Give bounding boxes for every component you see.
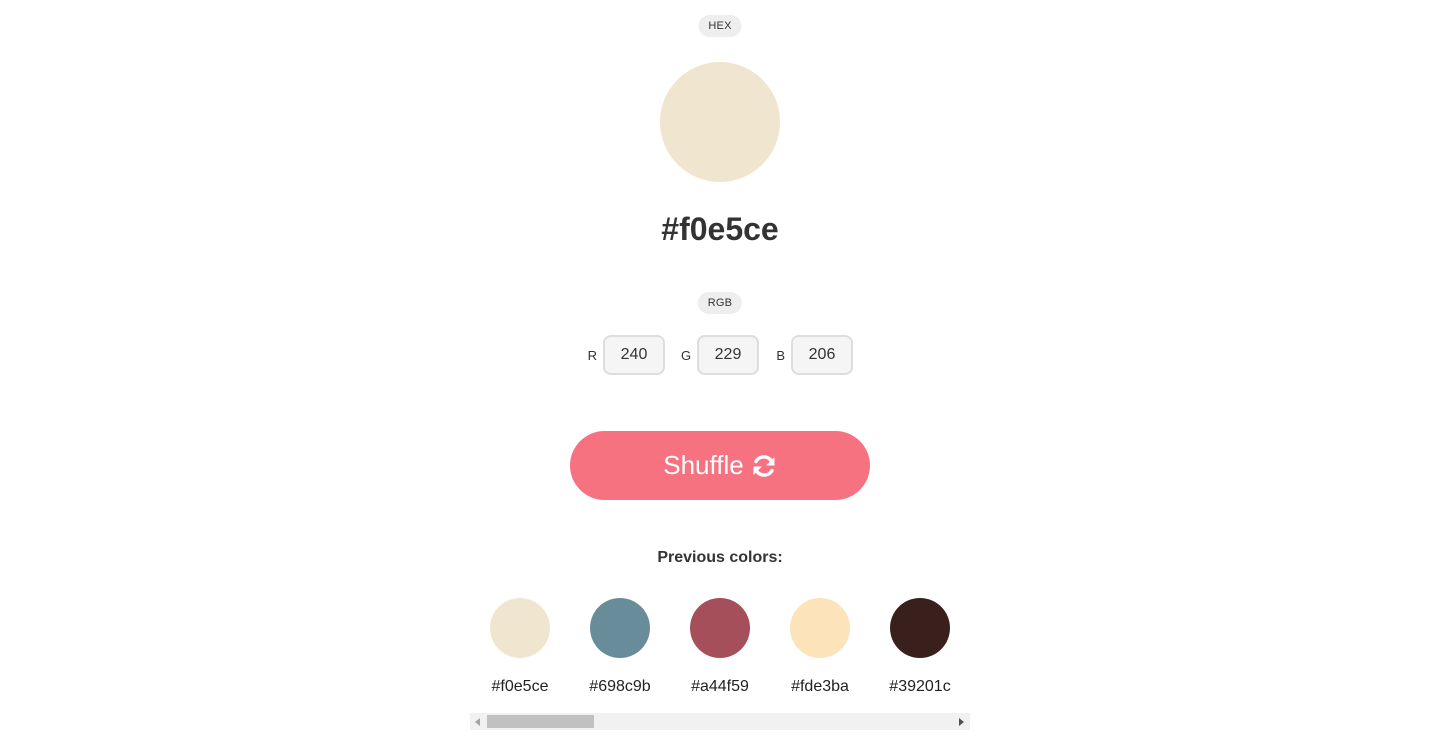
previous-colors-title: Previous colors: [657,549,783,566]
current-color-swatch [660,62,780,182]
history-swatch[interactable] [590,598,650,658]
green-input[interactable] [697,335,759,375]
history-item[interactable]: #f0e5ce [475,598,565,708]
blue-group: B [775,335,853,375]
history-hex-label: #a44f59 [691,678,749,695]
blue-input[interactable] [791,335,853,375]
shuffle-button[interactable]: Shuffle [570,431,870,500]
red-label: R [587,347,597,363]
green-group: G [681,335,759,375]
history-hex-label: #fde3ba [791,678,849,695]
history-item[interactable]: #698c9b [575,598,665,708]
history-item[interactable]: #39201c [875,598,965,708]
red-input[interactable] [603,335,665,375]
history-hex-label: #39201c [889,678,951,695]
horizontal-scrollbar[interactable] [470,713,970,730]
current-hex-value: #f0e5ce [661,211,779,247]
scrollbar-thumb[interactable] [487,715,594,728]
rgb-inputs: R G B [0,334,1440,376]
shuffle-button-label: Shuffle [663,450,744,480]
hex-badge: HEX [698,15,742,37]
scroll-right-arrow-icon[interactable] [954,713,970,730]
scroll-left-arrow-icon[interactable] [470,713,486,730]
color-generator-app: HEX #f0e5ce RGB R G B Shuffle Previous c [0,0,1440,740]
red-group: R [587,335,665,375]
history-swatch[interactable] [690,598,750,658]
history-item[interactable]: #a44f59 [675,598,765,708]
blue-label: B [776,347,785,363]
history-swatch[interactable] [490,598,550,658]
history-swatch[interactable] [890,598,950,658]
history-hex-label: #698c9b [589,678,651,695]
previous-colors-list: #f0e5ce #698c9b #a44f59 #fde3ba #39201c [470,598,970,708]
history-swatch[interactable] [790,598,850,658]
green-label: G [681,347,692,363]
history-item[interactable]: #fde3ba [775,598,865,708]
refresh-icon [751,453,777,479]
rgb-badge: RGB [697,292,743,314]
history-hex-label: #f0e5ce [491,678,549,695]
